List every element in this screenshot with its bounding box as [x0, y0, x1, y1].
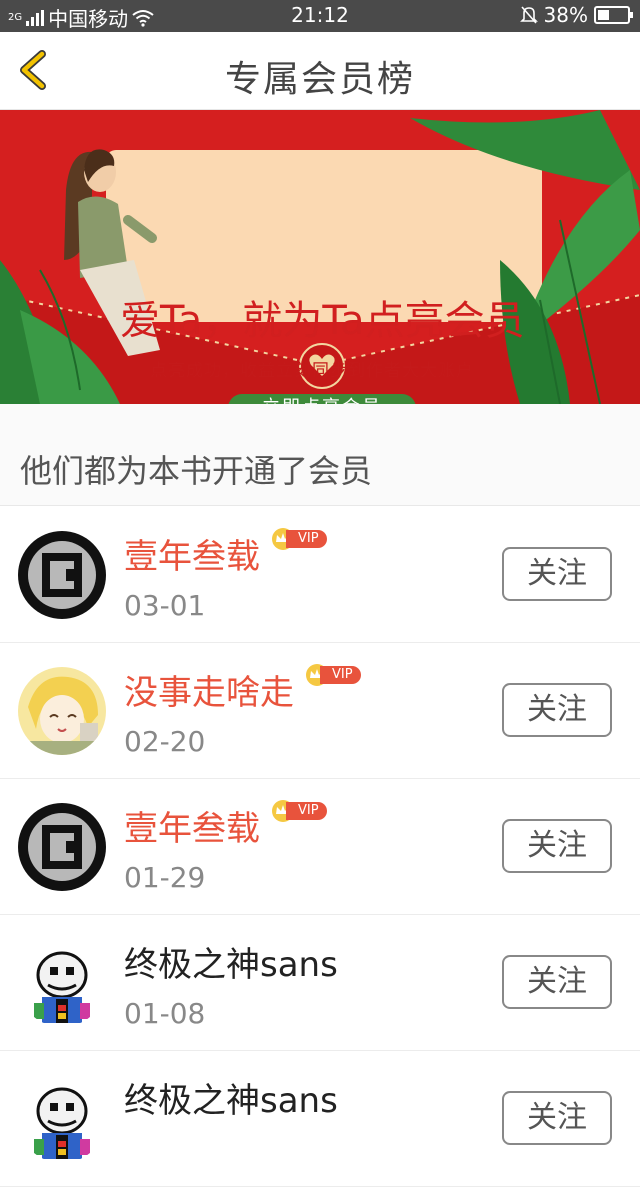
follow-button[interactable]: 关注	[502, 955, 612, 1009]
member-name-wrap: 壹年叁载 VIP	[124, 527, 327, 578]
member-name-wrap: 没事走啥走 VIP	[124, 663, 361, 714]
member-name[interactable]: 壹年叁载	[124, 801, 260, 850]
vip-badge: VIP	[304, 663, 361, 687]
avatar[interactable]	[18, 531, 106, 619]
battery-icon	[594, 6, 633, 24]
list-item[interactable]: 终极之神sans 关注	[0, 1051, 640, 1187]
section-heading: 他们都为本书开通了会员	[20, 452, 373, 490]
avatar[interactable]	[18, 939, 106, 1027]
status-bar: 2G 中国移动 21:12 38%	[0, 0, 640, 32]
promo-banner[interactable]: 爱Ta，就为Ta点亮会员 点亮成功，收益立刻同步到作者大大账户 立即点亮会员	[0, 110, 640, 404]
member-name-wrap: 壹年叁载 VIP	[124, 799, 327, 850]
mute-bell-icon	[519, 6, 538, 24]
member-name[interactable]: 终极之神sans	[124, 1073, 338, 1122]
follow-button[interactable]: 关注	[502, 1091, 612, 1145]
vip-badge: VIP	[270, 799, 327, 823]
member-name[interactable]: 壹年叁载	[124, 529, 260, 578]
member-date: 01-08	[124, 997, 206, 1030]
follow-button[interactable]: 关注	[502, 819, 612, 873]
member-date: 02-20	[124, 725, 206, 758]
member-name-wrap: 终极之神sans	[124, 937, 338, 986]
anime-girl-avatar-icon	[18, 667, 106, 755]
nav-bar: 专属会员榜	[0, 32, 640, 110]
list-item[interactable]: 壹年叁载 VIP 01-29 关注	[0, 779, 640, 915]
sans-skeleton-avatar-icon	[18, 1075, 106, 1163]
vip-label: VIP	[320, 666, 361, 684]
member-name[interactable]: 没事走啥走	[124, 665, 294, 714]
member-list: 壹年叁载 VIP 03-01 关注 没事走啥走 VIP 02-20 关注 壹年叁…	[0, 507, 640, 1187]
sans-skeleton-avatar-icon	[18, 939, 106, 1027]
list-item[interactable]: 壹年叁载 VIP 03-01 关注	[0, 507, 640, 643]
banner-title: 爱Ta，就为Ta点亮会员	[120, 298, 525, 344]
member-name-wrap: 终极之神sans	[124, 1073, 338, 1122]
light-up-member-button[interactable]: 立即点亮会员	[228, 394, 416, 404]
battery-percent: 38%	[543, 3, 588, 27]
pixel-c-avatar-icon	[18, 803, 106, 891]
banner-subtitle: 点亮成功，收益立刻同步到作者大大账户	[150, 361, 474, 381]
pixel-c-avatar-icon	[18, 531, 106, 619]
vip-label: VIP	[286, 802, 327, 820]
avatar[interactable]	[18, 803, 106, 891]
member-date: 03-01	[124, 589, 206, 622]
page-title: 专属会员榜	[224, 59, 415, 100]
vip-label: VIP	[286, 530, 327, 548]
status-right: 38%	[519, 3, 633, 27]
list-item[interactable]: 终极之神sans 01-08 关注	[0, 915, 640, 1051]
section-header: 他们都为本书开通了会员	[0, 404, 640, 506]
battery-fill	[598, 10, 609, 20]
avatar[interactable]	[18, 667, 106, 755]
follow-button[interactable]: 关注	[502, 547, 612, 601]
member-date: 01-29	[124, 861, 206, 894]
list-item[interactable]: 没事走啥走 VIP 02-20 关注	[0, 643, 640, 779]
member-name[interactable]: 终极之神sans	[124, 937, 338, 986]
vip-badge: VIP	[270, 527, 327, 551]
follow-button[interactable]: 关注	[502, 683, 612, 737]
avatar[interactable]	[18, 1075, 106, 1163]
